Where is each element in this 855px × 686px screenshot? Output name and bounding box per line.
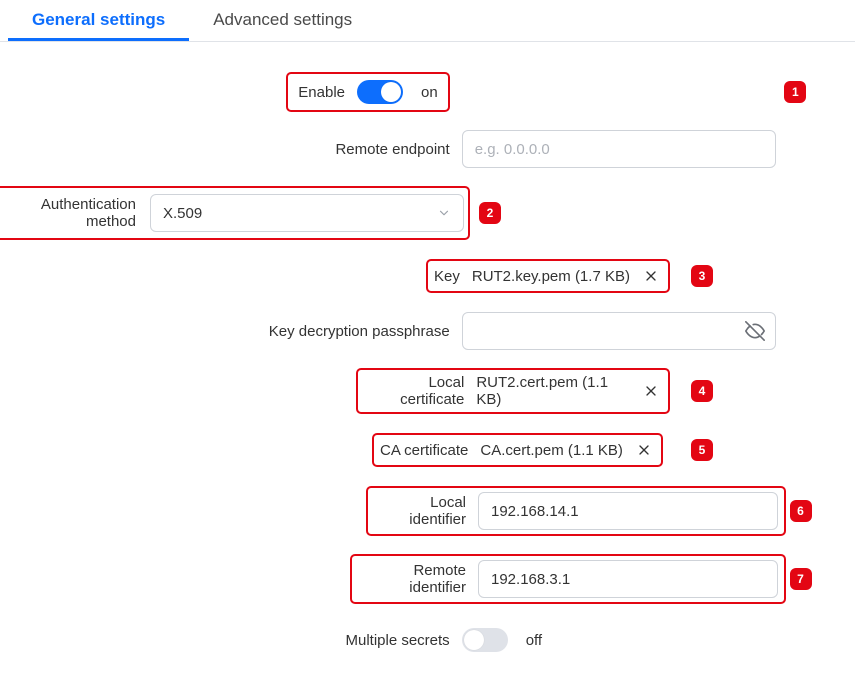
auth-method-group: Authentication method X.509 bbox=[0, 186, 470, 240]
badge-7: 7 bbox=[790, 568, 812, 590]
multiple-secrets-state: off bbox=[526, 632, 542, 649]
badge-3: 3 bbox=[691, 265, 713, 287]
remote-id-label: Remote identifier bbox=[362, 562, 478, 596]
local-id-group: Local identifier bbox=[366, 486, 786, 536]
remote-id-input[interactable] bbox=[478, 560, 778, 598]
auth-method-label: Authentication method bbox=[0, 196, 148, 230]
tab-advanced[interactable]: Advanced settings bbox=[189, 0, 376, 41]
key-pass-input[interactable] bbox=[462, 312, 776, 350]
local-cert-label: Local certificate bbox=[364, 374, 476, 408]
remote-endpoint-label: Remote endpoint bbox=[10, 141, 462, 158]
auth-method-select[interactable]: X.509 bbox=[150, 194, 464, 232]
key-pass-label: Key decryption passphrase bbox=[10, 323, 462, 340]
tabs-bar: General settings Advanced settings bbox=[0, 0, 855, 42]
badge-5: 5 bbox=[691, 439, 713, 461]
auth-method-value: X.509 bbox=[163, 205, 202, 222]
enable-group: Enable on bbox=[286, 72, 449, 112]
multiple-secrets-label: Multiple secrets bbox=[10, 632, 462, 649]
key-group: Key RUT2.key.pem (1.7 KB) bbox=[426, 259, 670, 293]
reveal-password-button[interactable] bbox=[744, 320, 766, 342]
settings-form: Enable on 1 Remote endpoint Authenticati… bbox=[0, 42, 855, 686]
enable-toggle[interactable] bbox=[357, 80, 403, 104]
ca-cert-label: CA certificate bbox=[380, 442, 480, 459]
local-cert-group: Local certificate RUT2.cert.pem (1.1 KB) bbox=[356, 368, 670, 414]
local-id-input[interactable] bbox=[478, 492, 778, 530]
ca-cert-group: CA certificate CA.cert.pem (1.1 KB) bbox=[372, 433, 663, 467]
badge-6: 6 bbox=[790, 500, 812, 522]
remote-id-group: Remote identifier bbox=[350, 554, 786, 604]
chevron-down-icon bbox=[437, 206, 451, 220]
key-file-name: RUT2.key.pem (1.7 KB) bbox=[472, 268, 630, 285]
key-remove-button[interactable] bbox=[640, 265, 662, 287]
ca-cert-remove-button[interactable] bbox=[633, 439, 655, 461]
enable-toggle-state: on bbox=[421, 84, 438, 101]
badge-2: 2 bbox=[479, 202, 501, 224]
remote-endpoint-input[interactable] bbox=[462, 130, 776, 168]
ca-cert-file-name: CA.cert.pem (1.1 KB) bbox=[480, 442, 623, 459]
badge-4: 4 bbox=[691, 380, 713, 402]
multiple-secrets-toggle[interactable] bbox=[462, 628, 508, 652]
local-cert-remove-button[interactable] bbox=[641, 380, 662, 402]
badge-1: 1 bbox=[784, 81, 806, 103]
key-label: Key bbox=[434, 268, 472, 285]
tab-general[interactable]: General settings bbox=[8, 0, 189, 41]
local-id-label: Local identifier bbox=[378, 494, 478, 528]
local-cert-file-name: RUT2.cert.pem (1.1 KB) bbox=[476, 374, 631, 408]
enable-label: Enable bbox=[298, 84, 357, 101]
